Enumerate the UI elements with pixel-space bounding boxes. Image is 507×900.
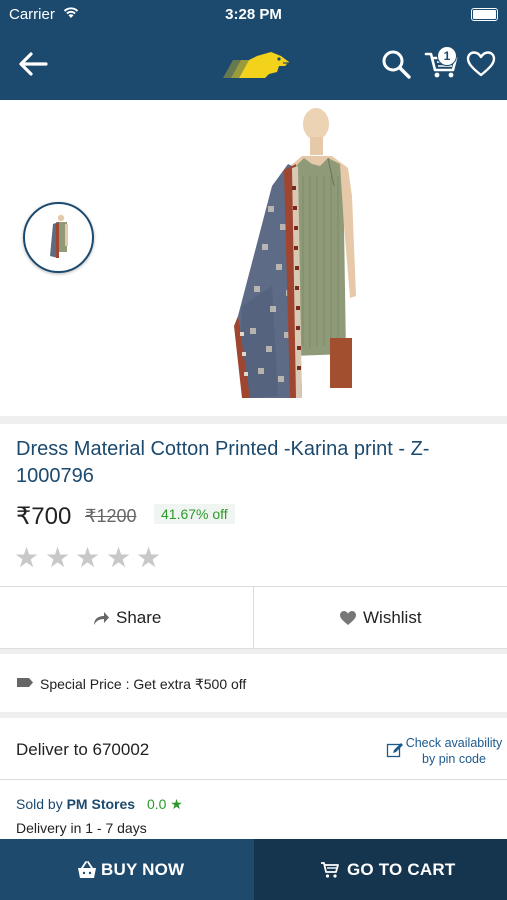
deliver-to-pincode: Deliver to 670002 — [16, 740, 150, 759]
product-image — [234, 108, 356, 398]
delivery-row: Deliver to 670002 Check availability by … — [0, 718, 507, 780]
heart-icon[interactable] — [466, 49, 496, 79]
cart-icon — [321, 862, 339, 878]
app-header: Carrier 3:28 PM 1 — [0, 0, 507, 100]
section-divider — [0, 416, 507, 424]
check-availability-line2: by pin code — [422, 752, 486, 766]
cart-count-badge: 1 — [437, 46, 457, 66]
original-price: ₹1200 — [85, 506, 137, 526]
check-availability-text: Check availability by pin code — [404, 735, 504, 767]
action-row: Share Wishlist — [0, 586, 507, 649]
go-to-cart-button[interactable]: GO TO CART — [254, 839, 507, 900]
thumbnail-image — [50, 214, 68, 258]
selling-price: ₹700 — [16, 503, 72, 530]
edit-icon — [386, 743, 403, 758]
status-time: 3:28 PM — [225, 6, 282, 23]
brand-logo — [223, 52, 289, 78]
star-icon: ★ — [14, 542, 40, 573]
discount-badge: 41.67% off — [154, 504, 235, 524]
wishlist-label: Wishlist — [363, 608, 422, 627]
seller-rating: 0.0 ★ — [146, 796, 183, 812]
star-icon: ★ — [45, 542, 71, 573]
share-icon — [94, 612, 109, 625]
offer-text: Special Price : Get extra ₹500 off — [40, 676, 247, 692]
star-icon: ★ — [75, 542, 101, 573]
tag-icon — [17, 678, 33, 687]
check-availability-line1: Check availability — [405, 736, 503, 750]
section-divider — [0, 649, 507, 654]
star-icon: ★ — [136, 542, 162, 573]
wishlist-button[interactable]: Wishlist — [254, 587, 507, 649]
check-availability-link[interactable]: Check availability by pin code — [386, 735, 504, 769]
share-label: Share — [116, 608, 162, 627]
search-icon[interactable] — [380, 48, 412, 80]
buy-now-label: BUY NOW — [101, 860, 185, 879]
nav-bar: 1 — [0, 28, 507, 100]
delivery-estimate: Delivery in 1 - 7 days — [16, 820, 147, 836]
sold-by-label: Sold by — [16, 796, 63, 812]
seller-name[interactable]: PM Stores — [67, 796, 135, 812]
product-thumbnail[interactable] — [23, 202, 94, 273]
heart-icon — [340, 611, 356, 625]
star-icon: ★ — [106, 542, 132, 573]
product-gallery — [0, 100, 507, 416]
battery-icon — [471, 8, 498, 21]
go-to-cart-label: GO TO CART — [347, 860, 456, 879]
product-title: Dress Material Cotton Printed -Karina pr… — [16, 438, 430, 487]
seller-info: Sold by PM Stores 0.0 ★ Delivery in 1 - … — [16, 796, 496, 840]
bottom-action-bar: BUY NOW GO TO CART — [0, 839, 507, 900]
seller-line: Sold by PM Stores 0.0 ★ — [16, 796, 183, 813]
buy-now-button[interactable]: BUY NOW — [0, 839, 254, 900]
basket-icon — [78, 861, 96, 878]
share-button[interactable]: Share — [0, 587, 254, 649]
back-arrow-icon[interactable] — [16, 48, 50, 80]
status-bar: Carrier 3:28 PM — [0, 0, 507, 28]
